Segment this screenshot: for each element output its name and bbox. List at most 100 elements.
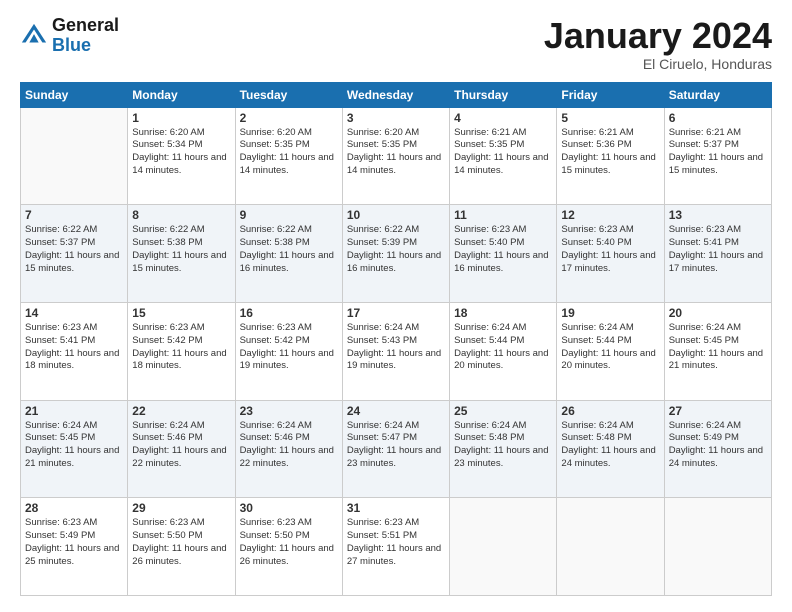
calendar-day-cell: 21Sunrise: 6:24 AMSunset: 5:45 PMDayligh… — [21, 400, 128, 498]
logo: General Blue — [20, 16, 119, 56]
calendar-day-cell: 31 Sunrise: 6:23 AMSunset: 5:51 PMDayligh… — [342, 498, 449, 596]
day-info: Sunrise: 6:23 AMSunset: 5:40 PMDaylight:… — [454, 224, 552, 275]
calendar-day-cell: 8Sunrise: 6:22 AMSunset: 5:38 PMDaylight… — [128, 205, 235, 303]
day-info: Sunrise: 6:23 AMSunset: 5:49 PMDaylight:… — [25, 517, 123, 568]
calendar-day-cell: 12 Sunrise: 6:23 AMSunset: 5:40 PMDayligh… — [557, 205, 664, 303]
day-info: Sunrise: 6:23 AMSunset: 5:51 PMDaylight:… — [347, 517, 445, 568]
day-number: 28 — [25, 501, 123, 515]
day-info: Sunrise: 6:22 AMSunset: 5:38 PMDaylight:… — [132, 224, 230, 275]
weekday-header: Friday — [557, 82, 664, 107]
calendar-week-row: 28 Sunrise: 6:23 AMSunset: 5:49 PMDayligh… — [21, 498, 772, 596]
day-number: 5 — [561, 111, 659, 125]
logo-icon — [20, 22, 48, 50]
day-number: 26 — [561, 404, 659, 418]
day-info: Sunrise: 6:23 AMSunset: 5:42 PMDaylight:… — [132, 322, 230, 373]
day-number: 10 — [347, 208, 445, 222]
day-number: 19 — [561, 306, 659, 320]
calendar-day-cell: 6Sunrise: 6:21 AMSunset: 5:37 PMDaylight… — [664, 107, 771, 205]
day-number: 11 — [454, 208, 552, 222]
day-info: Sunrise: 6:24 AMSunset: 5:46 PMDaylight:… — [132, 420, 230, 471]
day-number: 7 — [25, 208, 123, 222]
day-info: Sunrise: 6:24 AMSunset: 5:43 PMDaylight:… — [347, 322, 445, 373]
day-number: 17 — [347, 306, 445, 320]
calendar-day-cell: 9 Sunrise: 6:22 AMSunset: 5:38 PMDaylight… — [235, 205, 342, 303]
calendar-day-cell: 27 Sunrise: 6:24 AMSunset: 5:49 PMDayligh… — [664, 400, 771, 498]
calendar-day-cell: 14 Sunrise: 6:23 AMSunset: 5:41 PMDayligh… — [21, 302, 128, 400]
day-info: Sunrise: 6:22 AMSunset: 5:38 PMDaylight:… — [240, 224, 338, 275]
calendar-day-cell: 11 Sunrise: 6:23 AMSunset: 5:40 PMDayligh… — [450, 205, 557, 303]
day-info: Sunrise: 6:24 AMSunset: 5:45 PMDaylight:… — [25, 420, 123, 471]
calendar-day-cell: 28 Sunrise: 6:23 AMSunset: 5:49 PMDayligh… — [21, 498, 128, 596]
weekday-header: Monday — [128, 82, 235, 107]
day-info: Sunrise: 6:24 AMSunset: 5:44 PMDaylight:… — [561, 322, 659, 373]
logo-text: General Blue — [52, 16, 119, 56]
day-info: Sunrise: 6:24 AMSunset: 5:48 PMDaylight:… — [454, 420, 552, 471]
day-number: 23 — [240, 404, 338, 418]
calendar-day-cell: 26 Sunrise: 6:24 AMSunset: 5:48 PMDayligh… — [557, 400, 664, 498]
day-number: 18 — [454, 306, 552, 320]
day-info: Sunrise: 6:24 AMSunset: 5:46 PMDaylight:… — [240, 420, 338, 471]
day-number: 4 — [454, 111, 552, 125]
weekday-header: Sunday — [21, 82, 128, 107]
day-info: Sunrise: 6:23 AMSunset: 5:41 PMDaylight:… — [669, 224, 767, 275]
month-title: January 2024 — [544, 16, 772, 56]
day-info: Sunrise: 6:24 AMSunset: 5:48 PMDaylight:… — [561, 420, 659, 471]
day-info: Sunrise: 6:24 AMSunset: 5:44 PMDaylight:… — [454, 322, 552, 373]
calendar-day-cell: 16Sunrise: 6:23 AMSunset: 5:42 PMDayligh… — [235, 302, 342, 400]
calendar-day-cell: 2Sunrise: 6:20 AMSunset: 5:35 PMDaylight… — [235, 107, 342, 205]
day-info: Sunrise: 6:23 AMSunset: 5:42 PMDaylight:… — [240, 322, 338, 373]
calendar-header-row: SundayMondayTuesdayWednesdayThursdayFrid… — [21, 82, 772, 107]
day-number: 30 — [240, 501, 338, 515]
day-info: Sunrise: 6:24 AMSunset: 5:49 PMDaylight:… — [669, 420, 767, 471]
calendar-day-cell — [21, 107, 128, 205]
calendar-day-cell: 20 Sunrise: 6:24 AMSunset: 5:45 PMDayligh… — [664, 302, 771, 400]
weekday-header: Saturday — [664, 82, 771, 107]
calendar-week-row: 21Sunrise: 6:24 AMSunset: 5:45 PMDayligh… — [21, 400, 772, 498]
day-number: 22 — [132, 404, 230, 418]
day-number: 3 — [347, 111, 445, 125]
location-subtitle: El Ciruelo, Honduras — [544, 56, 772, 72]
calendar-day-cell: 5Sunrise: 6:21 AMSunset: 5:36 PMDaylight… — [557, 107, 664, 205]
day-number: 12 — [561, 208, 659, 222]
day-info: Sunrise: 6:23 AMSunset: 5:41 PMDaylight:… — [25, 322, 123, 373]
calendar-day-cell: 23 Sunrise: 6:24 AMSunset: 5:46 PMDayligh… — [235, 400, 342, 498]
calendar-day-cell: 3 Sunrise: 6:20 AMSunset: 5:35 PMDaylight… — [342, 107, 449, 205]
day-info: Sunrise: 6:20 AMSunset: 5:35 PMDaylight:… — [347, 127, 445, 178]
day-info: Sunrise: 6:23 AMSunset: 5:40 PMDaylight:… — [561, 224, 659, 275]
calendar-day-cell — [450, 498, 557, 596]
calendar-week-row: 7 Sunrise: 6:22 AMSunset: 5:37 PMDaylight… — [21, 205, 772, 303]
calendar-day-cell: 4 Sunrise: 6:21 AMSunset: 5:35 PMDaylight… — [450, 107, 557, 205]
day-number: 14 — [25, 306, 123, 320]
day-number: 29 — [132, 501, 230, 515]
day-info: Sunrise: 6:21 AMSunset: 5:35 PMDaylight:… — [454, 127, 552, 178]
calendar-day-cell: 25Sunrise: 6:24 AMSunset: 5:48 PMDayligh… — [450, 400, 557, 498]
day-info: Sunrise: 6:23 AMSunset: 5:50 PMDaylight:… — [240, 517, 338, 568]
day-number: 2 — [240, 111, 338, 125]
day-number: 31 — [347, 501, 445, 515]
calendar-day-cell: 29Sunrise: 6:23 AMSunset: 5:50 PMDayligh… — [128, 498, 235, 596]
calendar-day-cell — [664, 498, 771, 596]
day-number: 27 — [669, 404, 767, 418]
day-number: 9 — [240, 208, 338, 222]
calendar-day-cell: 30 Sunrise: 6:23 AMSunset: 5:50 PMDayligh… — [235, 498, 342, 596]
day-number: 20 — [669, 306, 767, 320]
calendar-day-cell: 15Sunrise: 6:23 AMSunset: 5:42 PMDayligh… — [128, 302, 235, 400]
day-number: 13 — [669, 208, 767, 222]
calendar-day-cell: 1Sunrise: 6:20 AMSunset: 5:34 PMDaylight… — [128, 107, 235, 205]
weekday-header: Thursday — [450, 82, 557, 107]
calendar-day-cell: 10 Sunrise: 6:22 AMSunset: 5:39 PMDayligh… — [342, 205, 449, 303]
logo-blue: Blue — [52, 36, 119, 56]
header: General Blue January 2024 El Ciruelo, Ho… — [20, 16, 772, 72]
day-info: Sunrise: 6:20 AMSunset: 5:34 PMDaylight:… — [132, 127, 230, 178]
day-info: Sunrise: 6:22 AMSunset: 5:37 PMDaylight:… — [25, 224, 123, 275]
day-info: Sunrise: 6:22 AMSunset: 5:39 PMDaylight:… — [347, 224, 445, 275]
calendar-day-cell: 19 Sunrise: 6:24 AMSunset: 5:44 PMDayligh… — [557, 302, 664, 400]
day-info: Sunrise: 6:24 AMSunset: 5:45 PMDaylight:… — [669, 322, 767, 373]
calendar-day-cell: 24Sunrise: 6:24 AMSunset: 5:47 PMDayligh… — [342, 400, 449, 498]
calendar-day-cell: 18 Sunrise: 6:24 AMSunset: 5:44 PMDayligh… — [450, 302, 557, 400]
calendar-day-cell — [557, 498, 664, 596]
day-number: 24 — [347, 404, 445, 418]
page: General Blue January 2024 El Ciruelo, Ho… — [0, 0, 792, 612]
calendar-day-cell: 7 Sunrise: 6:22 AMSunset: 5:37 PMDaylight… — [21, 205, 128, 303]
calendar-day-cell: 22 Sunrise: 6:24 AMSunset: 5:46 PMDayligh… — [128, 400, 235, 498]
